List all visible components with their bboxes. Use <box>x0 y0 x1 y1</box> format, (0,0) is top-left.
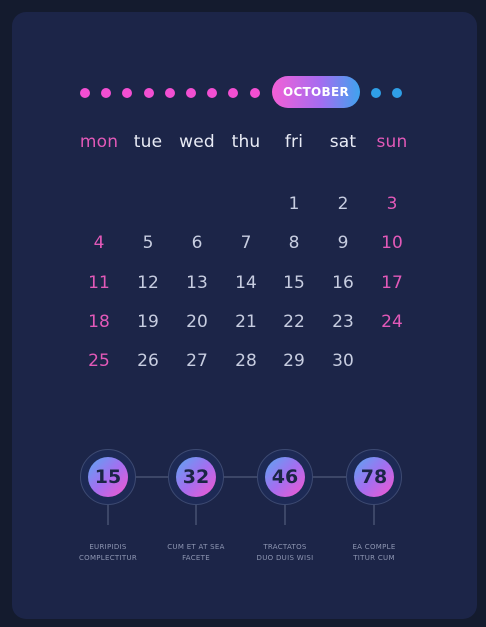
day-cell[interactable]: 20 <box>177 312 217 332</box>
day-cell[interactable]: 12 <box>128 273 168 293</box>
stat-label: TRACTATOS DUO DUIS WISI <box>240 542 330 564</box>
day-cell[interactable]: 7 <box>226 233 266 253</box>
day-cell[interactable]: 8 <box>274 233 314 253</box>
stat-connector <box>136 476 168 478</box>
stat-ring[interactable]: 15 <box>80 449 136 505</box>
day-cell[interactable]: 11 <box>79 273 119 293</box>
day-cell[interactable]: 30 <box>323 351 363 371</box>
day-cell[interactable]: 28 <box>226 351 266 371</box>
day-cell[interactable]: 17 <box>372 273 412 293</box>
day-cell[interactable]: 6 <box>177 233 217 253</box>
day-cell[interactable]: 22 <box>274 312 314 332</box>
stat-stem <box>373 505 375 525</box>
stats-row: 15 EURIPIDIS COMPLECTITUR 32 CUM ET AT SEA FA… <box>12 432 477 582</box>
stat-ring[interactable]: 32 <box>168 449 224 505</box>
day-cell[interactable]: 23 <box>323 312 363 332</box>
day-cell[interactable]: 19 <box>128 312 168 332</box>
stat-label-line: COMPLECTITUR <box>78 554 138 562</box>
day-cell[interactable]: 10 <box>372 233 412 253</box>
stat-label: EA COMPLE TITUR CUM <box>329 542 419 564</box>
stat-label: CUM ET AT SEA FACETE <box>151 542 241 564</box>
day-cell[interactable]: 3 <box>372 194 412 214</box>
stat-ring[interactable]: 78 <box>346 449 402 505</box>
stat-stem <box>107 505 109 525</box>
day-cell[interactable]: 25 <box>79 351 119 371</box>
day-cell[interactable]: 9 <box>323 233 363 253</box>
stat-connector <box>313 476 346 478</box>
day-cell[interactable]: 14 <box>226 273 266 293</box>
day-cell[interactable]: 21 <box>226 312 266 332</box>
stat-label-line: EURIPIDIS <box>89 543 127 551</box>
stat-value: 15 <box>88 457 128 497</box>
day-cell[interactable]: 1 <box>274 194 314 214</box>
day-cell[interactable]: 4 <box>79 233 119 253</box>
stat-label-line: TITUR CUM <box>353 554 395 562</box>
day-cell[interactable]: 29 <box>274 351 314 371</box>
day-cell[interactable]: 15 <box>274 273 314 293</box>
stat-stem <box>195 505 197 525</box>
stat-value: 78 <box>354 457 394 497</box>
stat-value: 46 <box>265 457 305 497</box>
day-cell[interactable]: 27 <box>177 351 217 371</box>
stat-label-line: TRACTATOS <box>263 543 307 551</box>
stat-label: EURIPIDIS COMPLECTITUR <box>63 542 153 564</box>
stat-stem <box>284 505 286 525</box>
stat-connector <box>224 476 257 478</box>
stat-value: 32 <box>176 457 216 497</box>
stat-ring[interactable]: 46 <box>257 449 313 505</box>
day-cell[interactable]: 26 <box>128 351 168 371</box>
stat-label-line: FACETE <box>182 554 210 562</box>
day-cell[interactable]: 2 <box>323 194 363 214</box>
day-cell[interactable]: 13 <box>177 273 217 293</box>
day-cell[interactable]: 5 <box>128 233 168 253</box>
calendar-card: OCTOBER mon tue wed thu fri sat sun 1234567891… <box>12 12 477 619</box>
stat-label-line: EA COMPLE <box>352 543 396 551</box>
day-cell[interactable]: 16 <box>323 273 363 293</box>
day-cell[interactable]: 24 <box>372 312 412 332</box>
stat-label-line: DUO DUIS WISI <box>256 554 314 562</box>
stat-label-line: CUM ET AT SEA <box>167 543 225 551</box>
day-cell[interactable]: 18 <box>79 312 119 332</box>
